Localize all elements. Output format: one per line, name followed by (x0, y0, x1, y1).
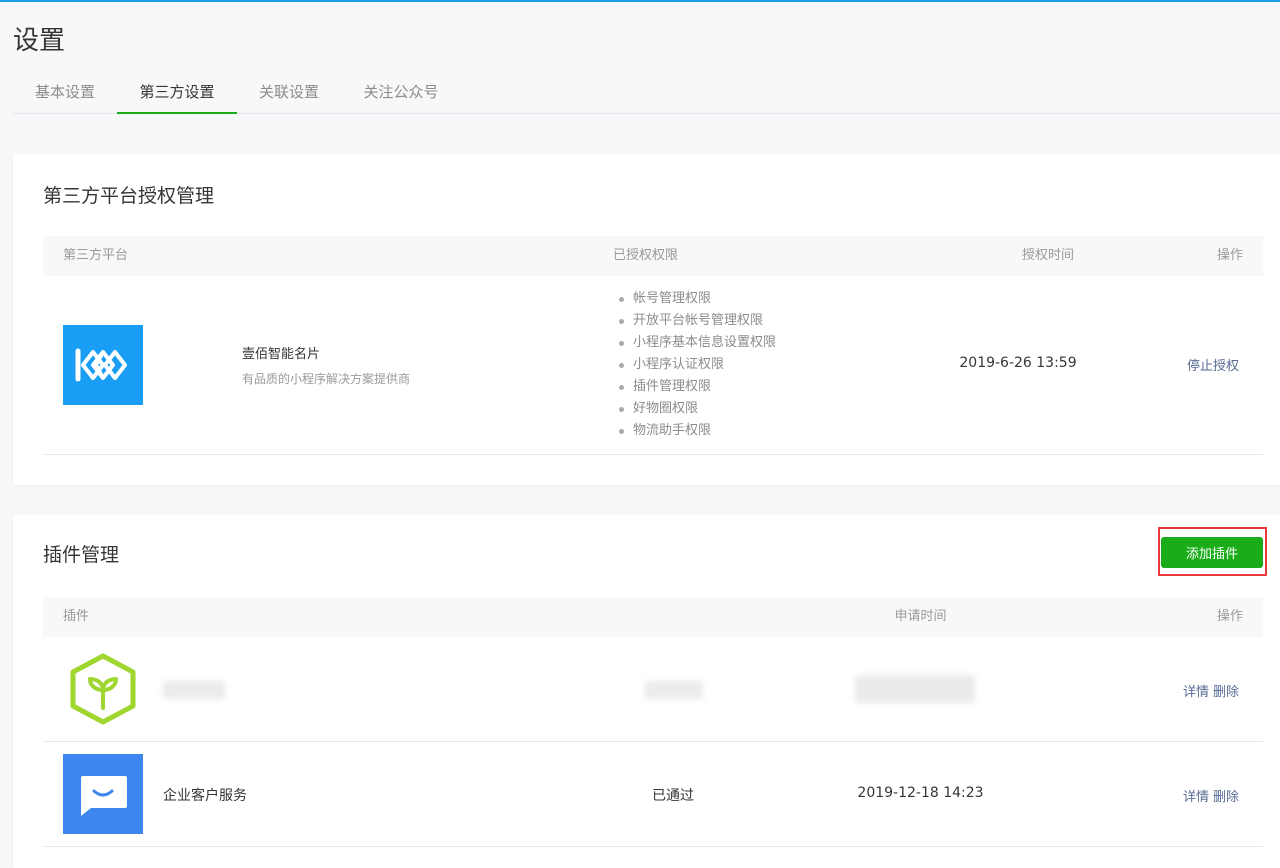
top-accent-bar (0, 0, 1280, 2)
row-divider (43, 454, 1263, 455)
plugin-apply-time: 2019-12-18 14:23 (857, 785, 984, 801)
column-apply-time: 申请时间 (894, 609, 947, 624)
plugin-management-title: 插件管理 (43, 544, 120, 566)
plugin-delete-link[interactable]: 删除 (1213, 685, 1239, 700)
row-divider (43, 741, 1263, 742)
permission-item: 小程序认证权限 (616, 354, 776, 376)
plugin-row-actions: 详情 删除 (1183, 786, 1239, 805)
tab-linked-settings[interactable]: 关联设置 (237, 72, 341, 114)
permission-list: 帐号管理权限 开放平台帐号管理权限 小程序基本信息设置权限 小程序认证权限 插件… (616, 288, 776, 442)
column-platform: 第三方平台 (63, 248, 129, 263)
plugin-management-card: 插件管理 添加插件 插件 申请时间 操作 详情 删除 企业客户服务 已通过 201… (13, 515, 1280, 868)
chat-bubble-icon (63, 754, 143, 834)
permission-item: 帐号管理权限 (616, 288, 776, 310)
koo-logo-icon (63, 325, 143, 405)
column-plugin: 插件 (63, 609, 90, 624)
plugin-row-actions: 详情 删除 (1183, 681, 1239, 700)
tab-third-party-settings[interactable]: 第三方设置 (117, 72, 237, 114)
plugin-name: 企业客户服务 (163, 788, 247, 804)
plugin-name-redacted (163, 681, 225, 699)
plugin-delete-link[interactable]: 删除 (1213, 790, 1239, 805)
third-party-auth-title: 第三方平台授权管理 (43, 185, 215, 207)
plugin-details-link[interactable]: 详情 (1183, 790, 1209, 805)
permission-item: 小程序基本信息设置权限 (616, 332, 776, 354)
plugin-table-header: 插件 申请时间 操作 (43, 597, 1263, 637)
third-party-table-header: 第三方平台 已授权权限 授权时间 操作 (43, 236, 1263, 276)
permission-item: 插件管理权限 (616, 376, 776, 398)
platform-name: 壹佰智能名片 (242, 347, 321, 362)
plugin-details-link[interactable]: 详情 (1183, 685, 1209, 700)
auth-time-value: 2019-6-26 13:59 (959, 355, 1077, 371)
plugin-status: 已通过 (652, 788, 694, 804)
tab-basic-settings[interactable]: 基本设置 (13, 72, 117, 114)
permission-item: 物流助手权限 (616, 420, 776, 442)
sprout-hexagon-icon (68, 652, 138, 726)
column-permissions: 已授权权限 (613, 248, 679, 263)
add-plugin-button[interactable]: 添加插件 (1161, 537, 1263, 568)
stop-authorization-link[interactable]: 停止授权 (1187, 355, 1239, 374)
platform-description: 有品质的小程序解决方案提供商 (242, 372, 411, 386)
plugin-status-redacted (645, 681, 703, 699)
column-auth-time: 授权时间 (1021, 248, 1074, 263)
plugin-time-redacted (855, 675, 975, 703)
column-operation: 操作 (1216, 609, 1243, 624)
tab-follow-official-account[interactable]: 关注公众号 (341, 72, 461, 114)
column-operation: 操作 (1216, 248, 1243, 263)
settings-tabs: 基本设置 第三方设置 关联设置 关注公众号 (13, 72, 1280, 114)
permission-item: 开放平台帐号管理权限 (616, 310, 776, 332)
third-party-auth-card: 第三方平台授权管理 第三方平台 已授权权限 授权时间 操作 壹佰智能名片 有品质… (13, 154, 1280, 485)
page-title: 设置 (13, 26, 66, 56)
permission-item: 好物圈权限 (616, 398, 776, 420)
row-divider (43, 846, 1263, 847)
